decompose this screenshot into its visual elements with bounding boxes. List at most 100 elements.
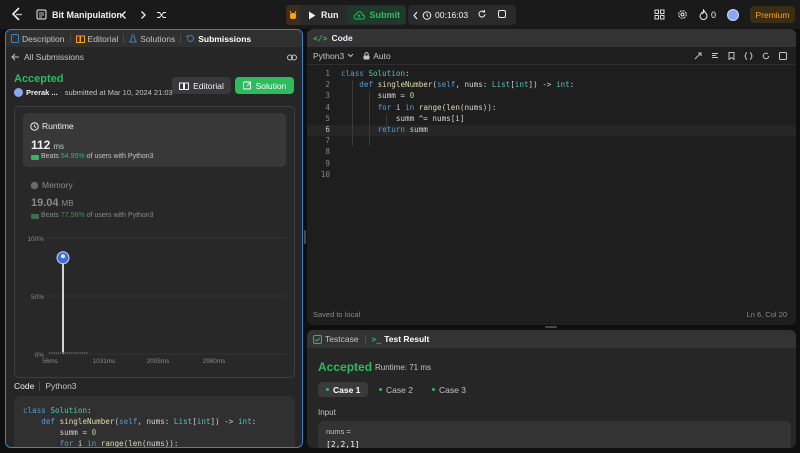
- input-label: Input: [318, 408, 336, 417]
- chevron-down-icon: [347, 53, 354, 58]
- reset-code-icon[interactable]: [762, 52, 770, 60]
- runtime-beats-prefix: Beats: [41, 153, 59, 160]
- tab-editorial[interactable]: Editorial: [71, 34, 124, 44]
- code-line[interactable]: 8: [307, 147, 796, 158]
- collapse-timer-icon[interactable]: [408, 11, 422, 20]
- memory-chip-icon: [30, 181, 39, 189]
- code-line-text: for i in range(len(nums)):: [377, 102, 497, 112]
- beats-icon: [31, 155, 39, 160]
- pass-dot: [379, 388, 382, 391]
- run-button[interactable]: Run: [300, 5, 347, 25]
- memory-beats: Beats 77.56% of users with Python3: [31, 212, 154, 219]
- tab-solutions[interactable]: Solutions: [124, 34, 180, 44]
- history-icon: [186, 34, 195, 42]
- input-box: nums = [2,2,1]: [318, 421, 791, 448]
- code-line[interactable]: 1 class Solution:: [307, 69, 796, 80]
- next-problem-icon[interactable]: [138, 7, 148, 22]
- code-line[interactable]: 7: [307, 136, 796, 147]
- play-icon: [309, 11, 316, 19]
- code-panel-header: </> Code: [307, 29, 796, 47]
- distribution-bar: [66, 352, 68, 354]
- memory-header[interactable]: Memory: [30, 180, 73, 190]
- line-number: 1: [325, 69, 330, 78]
- distribution-bar: [86, 352, 88, 354]
- distribution-bar: [73, 352, 75, 354]
- case-tab-1[interactable]: Case 1: [318, 382, 369, 397]
- language-select[interactable]: Python3: [313, 51, 354, 61]
- submitted-code-block[interactable]: class Solution: def singleNumber(self, n…: [14, 396, 295, 447]
- settings-gear-icon[interactable]: [677, 7, 688, 22]
- bookmark-icon[interactable]: [728, 51, 735, 60]
- memory-label: Memory: [42, 180, 73, 190]
- tab-test-result-label: Test Result: [384, 334, 430, 344]
- code-line[interactable]: 2 def singleNumber(self, nums: List[int]…: [307, 80, 796, 91]
- tab-submissions[interactable]: Submissions: [181, 34, 256, 44]
- distribution-bar: [64, 352, 66, 354]
- case-tab-3[interactable]: Case 3: [424, 382, 474, 397]
- code-line[interactable]: 6 return summ: [307, 125, 796, 136]
- memory-unit: MB: [61, 199, 74, 208]
- distribution-bar: [79, 352, 81, 354]
- leetcode-logo-icon[interactable]: [10, 7, 24, 22]
- braces-icon[interactable]: [744, 51, 753, 60]
- case-tab-1-label: Case 1: [333, 384, 361, 395]
- result-status: Accepted: [318, 360, 373, 374]
- format-icon[interactable]: [711, 52, 719, 60]
- code-line[interactable]: 9: [307, 159, 796, 170]
- tab-description[interactable]: Description: [6, 34, 70, 44]
- horizontal-resize-handle[interactable]: [545, 326, 557, 328]
- distribution-bar: [60, 352, 62, 354]
- tab-editorial-label: Editorial: [87, 33, 119, 44]
- submission-meta: Prerak ... submitted at Mar 10, 2024 21:…: [14, 88, 173, 97]
- arrow-left-icon: [11, 53, 19, 61]
- tab-submissions-label: Submissions: [198, 33, 252, 44]
- case-tab-2[interactable]: Case 2: [371, 382, 421, 397]
- link-icon[interactable]: [287, 53, 297, 63]
- timer[interactable]: 00:16:03: [422, 10, 468, 20]
- reset-timer-icon[interactable]: [477, 9, 487, 21]
- result-runtime: Runtime: 71 ms: [375, 363, 432, 372]
- code-line[interactable]: 10: [307, 170, 796, 181]
- code-editor[interactable]: 1 class Solution: 2 def singleNumber(self,…: [307, 69, 796, 299]
- checkbox-icon: [313, 334, 322, 344]
- problem-list-title[interactable]: Bit Manipulation: [52, 7, 122, 22]
- input-value: [2,2,1]: [326, 440, 360, 448]
- runtime-unit: ms: [53, 142, 65, 151]
- memory-value-row: 19.04 MB: [31, 197, 74, 209]
- avatar[interactable]: [727, 7, 739, 22]
- shuffle-icon[interactable]: [156, 7, 167, 22]
- submit-button[interactable]: Submit: [346, 6, 406, 24]
- notes-icon[interactable]: [497, 9, 507, 21]
- runtime-card[interactable]: Runtime 112 ms Beats 54.95% of users wit…: [23, 113, 286, 167]
- indent-guide: [352, 80, 353, 147]
- runtime-distribution-chart[interactable]: 100%50%0%56ms1031ms2005ms2980ms56ms1031m…: [20, 230, 290, 370]
- autosave-toggle[interactable]: Auto: [363, 51, 391, 61]
- left-panel: Description Editorial Solutions Submissi…: [5, 29, 303, 448]
- cloud-upload-icon: [353, 10, 365, 19]
- code-line[interactable]: 4 for i in range(len(nums)):: [307, 103, 796, 114]
- streak-counter[interactable]: 0: [699, 7, 716, 22]
- code-line[interactable]: 5 summ ^= nums[i]: [307, 114, 796, 125]
- vertical-resize-handle[interactable]: [304, 230, 306, 244]
- prev-problem-icon[interactable]: [119, 7, 129, 22]
- x-tick-label: 1031ms: [93, 358, 115, 365]
- editorial-button-label: Editorial: [193, 80, 224, 91]
- solution-button-label: Solution: [255, 80, 287, 91]
- author-name[interactable]: Prerak ...: [26, 88, 58, 97]
- y-tick-label: 50%: [31, 294, 44, 301]
- premium-button[interactable]: Premium: [750, 6, 795, 23]
- problem-list-icon[interactable]: [36, 7, 47, 22]
- editorial-button[interactable]: Editorial: [172, 77, 231, 94]
- tab-test-result[interactable]: >_ Test Result: [366, 334, 436, 344]
- back-to-submissions[interactable]: All Submissions: [11, 52, 84, 62]
- x-tick-label: 56ms: [42, 358, 57, 365]
- layout-grid-icon[interactable]: [654, 7, 665, 22]
- code-line[interactable]: 3 summ = 0: [307, 91, 796, 102]
- tab-testcase[interactable]: Testcase: [307, 334, 365, 344]
- submitted-at: submitted at Mar 10, 2024 21:03: [64, 88, 173, 97]
- fullscreen-icon[interactable]: [779, 51, 787, 60]
- debug-icon[interactable]: [286, 5, 300, 25]
- solution-button[interactable]: Solution: [235, 77, 294, 94]
- distribution-bar: [68, 352, 70, 354]
- expand-icon[interactable]: [694, 52, 702, 60]
